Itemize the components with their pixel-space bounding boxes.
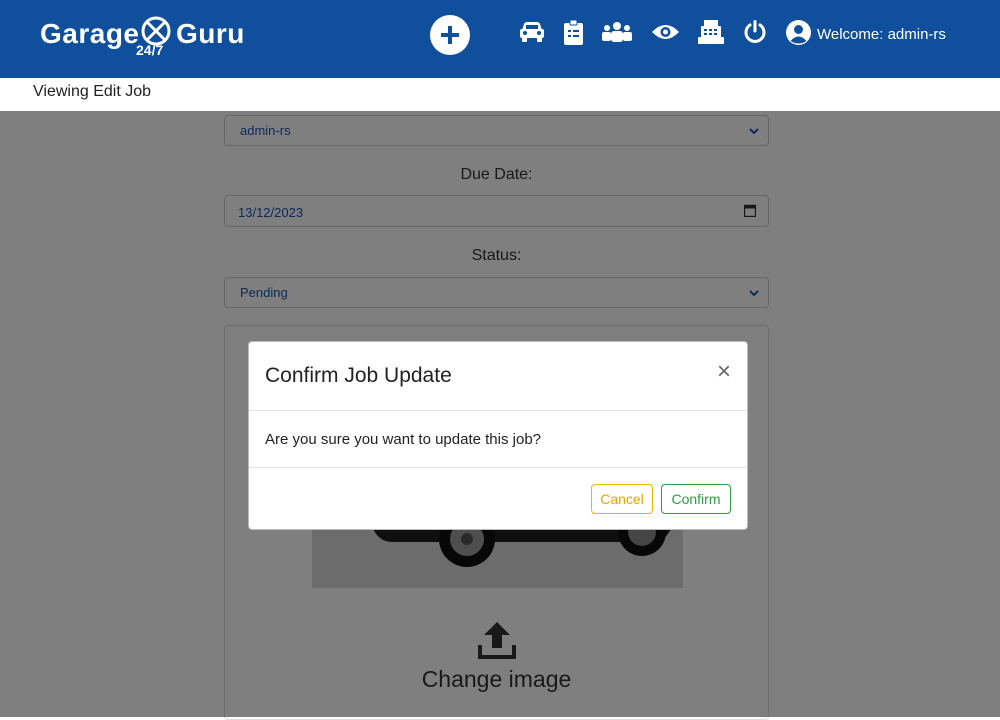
logo-text-guru: Guru (176, 18, 245, 49)
eye-icon (652, 25, 679, 39)
close-icon[interactable]: × (717, 360, 731, 384)
modal-message: Are you sure you want to update this job… (265, 431, 542, 448)
cash-register-icon (698, 20, 724, 44)
users-icon (602, 22, 632, 42)
billing-nav-link[interactable] (698, 18, 724, 46)
plus-icon (441, 26, 459, 44)
view-nav-link[interactable] (651, 18, 680, 46)
jobs-nav-link[interactable] (564, 18, 583, 46)
modal-body: Are you sure you want to update this job… (249, 411, 747, 468)
logout-nav-link[interactable] (743, 18, 767, 46)
page-subheader: Viewing Edit Job (0, 78, 1000, 111)
user-circle-icon (786, 19, 811, 45)
confirm-button[interactable]: Confirm (661, 484, 731, 514)
user-welcome[interactable]: Welcome: admin-rs (786, 18, 946, 46)
modal-header: Confirm Job Update × (249, 342, 747, 411)
modal-title: Confirm Job Update (265, 364, 452, 387)
clipboard-icon (564, 19, 583, 45)
cancel-button[interactable]: Cancel (591, 484, 653, 514)
power-icon (744, 20, 766, 43)
confirm-job-update-modal: Confirm Job Update × Are you sure you wa… (248, 341, 748, 530)
customers-nav-link[interactable] (601, 18, 633, 46)
vehicles-nav-link[interactable] (519, 18, 545, 46)
logo-text-garage: Garage (40, 18, 140, 49)
garage-guru-logo[interactable]: Garage Guru 24/7 (40, 16, 244, 58)
top-navbar: Garage Guru 24/7 Welcome: admin-rs (0, 0, 1000, 78)
welcome-text: Welcome: admin-rs (817, 25, 946, 43)
logo-tagline: 24/7 (136, 42, 164, 58)
page-title: Viewing Edit Job (33, 83, 151, 100)
add-job-button[interactable] (430, 15, 470, 55)
car-icon (520, 22, 544, 42)
